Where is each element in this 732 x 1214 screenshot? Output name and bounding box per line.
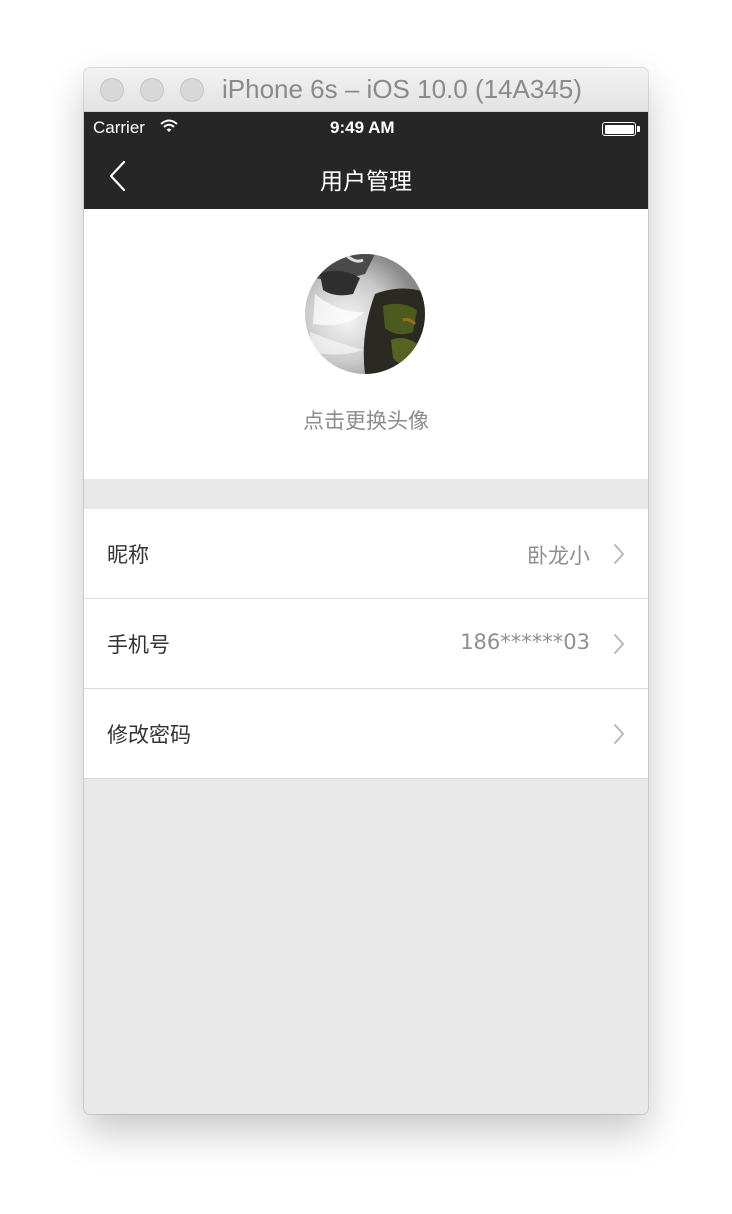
nickname-row[interactable]: 昵称 卧龙小 — [84, 509, 648, 599]
chevron-right-icon — [614, 634, 624, 654]
phone-row[interactable]: 手机号 186******03 — [84, 599, 648, 689]
battery-tip — [637, 126, 640, 132]
chevron-right-icon — [614, 544, 624, 564]
battery-icon — [602, 122, 636, 136]
avatar-section: 点击更换头像 — [84, 209, 648, 479]
minimize-window-button[interactable] — [140, 78, 164, 102]
page-title: 用户管理 — [320, 169, 412, 195]
status-time: 9:49 AM — [330, 118, 395, 137]
window-titlebar: iPhone 6s – iOS 10.0 (14A345) — [84, 68, 648, 112]
wifi-icon — [160, 119, 178, 132]
row-label: 昵称 — [107, 543, 149, 567]
settings-list: 昵称 卧龙小 手机号 186******03 修改密码 — [84, 509, 648, 779]
row-value: 186******03 — [460, 630, 590, 654]
row-label: 修改密码 — [107, 723, 191, 747]
change-password-row[interactable]: 修改密码 — [84, 689, 648, 779]
carrier-label: Carrier — [93, 118, 145, 137]
zoom-window-button[interactable] — [180, 78, 204, 102]
chevron-right-icon — [614, 724, 624, 744]
change-avatar-hint[interactable]: 点击更换头像 — [84, 405, 648, 435]
status-bar: Carrier 9:49 AM — [84, 112, 648, 144]
navigation-bar: 用户管理 — [84, 144, 648, 209]
window-title: iPhone 6s – iOS 10.0 (14A345) — [222, 74, 582, 104]
close-window-button[interactable] — [100, 78, 124, 102]
row-label: 手机号 — [107, 633, 170, 657]
waterfall-photo — [305, 254, 425, 374]
row-value: 卧龙小 — [527, 544, 590, 568]
avatar[interactable] — [305, 254, 425, 374]
simulator-window: iPhone 6s – iOS 10.0 (14A345) Carrier 9:… — [84, 68, 648, 1114]
